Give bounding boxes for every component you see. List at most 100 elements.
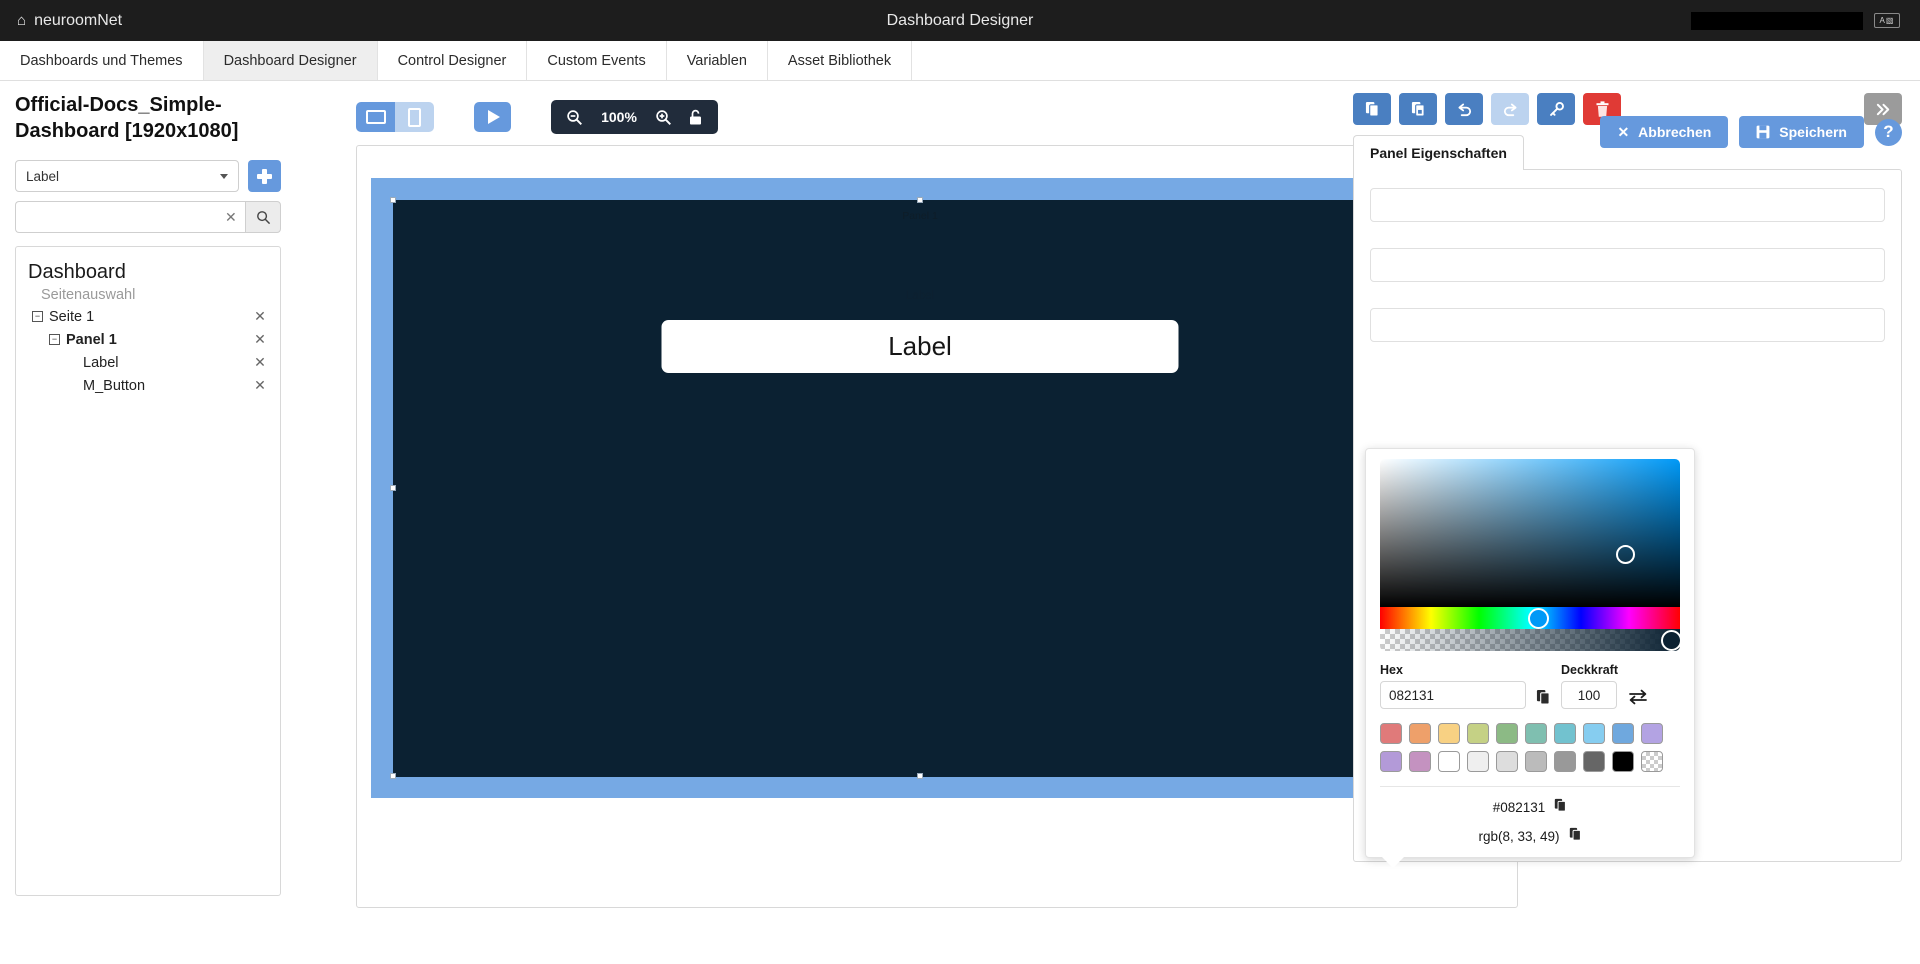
swatch[interactable] [1438,751,1460,772]
search-button[interactable] [245,201,281,233]
swatch[interactable] [1525,751,1547,772]
canvas-column: 100% [296,81,1345,964]
lock-toggle-button[interactable] [688,109,703,126]
label-widget[interactable]: Label [662,320,1179,373]
tab-variablen[interactable]: Variablen [667,41,768,80]
undo-button[interactable] [1445,93,1483,125]
copy-icon [1536,689,1551,705]
tree-node-seite-1[interactable]: − Seite 1 ✕ [28,305,268,328]
rgb-value-display-row: rgb(8, 33, 49) [1380,827,1680,845]
tab-panel-eigenschaften[interactable]: Panel Eigenschaften [1353,135,1524,170]
alpha-slider[interactable] [1380,629,1680,651]
home-icon[interactable]: ⌂ [17,13,26,28]
brand[interactable]: ⌂ neuroomNet [0,12,122,30]
copy-icon [1365,101,1380,117]
close-x-icon[interactable]: ✕ [252,354,268,371]
swatch[interactable] [1583,751,1605,772]
tree-node-label: Panel 1 [66,332,252,348]
swatch[interactable] [1612,723,1634,744]
paste-button[interactable] [1399,93,1437,125]
copy-button[interactable] [1353,93,1391,125]
copy-rgb-value-button[interactable] [1569,827,1582,845]
zoom-out-button[interactable] [566,109,583,126]
resize-handle-n[interactable] [917,197,923,203]
collapse-toggle-icon[interactable]: − [32,311,43,322]
tree-node-label[interactable]: Label ✕ [28,351,268,374]
panel-1-surface[interactable]: Panel 1 Label Label [393,200,1447,777]
tab-dashboard-designer[interactable]: Dashboard Designer [204,41,378,80]
search-input[interactable] [15,201,245,233]
alpha-handle[interactable] [1661,630,1682,651]
swatch[interactable] [1641,723,1663,744]
hue-handle[interactable] [1528,608,1549,629]
hex-input[interactable] [1380,681,1526,709]
resize-handle-w[interactable] [390,485,396,491]
resize-handle-s[interactable] [917,773,923,779]
zoom-out-icon [566,109,583,126]
keyboard-icon[interactable]: A▧ [1874,13,1900,28]
panel-selection-frame[interactable]: Panel 1 Label Label [371,178,1469,798]
redo-button[interactable] [1491,93,1529,125]
property-field-2[interactable] [1370,248,1885,282]
element-type-select[interactable]: Label [15,160,239,192]
close-x-icon[interactable]: ✕ [252,377,268,394]
orientation-toggle[interactable] [356,102,434,132]
color-picker-popover: Hex Deckkraft [1365,448,1695,858]
orientation-landscape-button[interactable] [356,102,395,132]
opacity-label: Deckkraft [1561,663,1618,677]
left-sidebar: Official-Docs_Simple-Dashboard [1920x108… [0,81,296,964]
copy-hex-value-button[interactable] [1554,798,1567,816]
hue-slider[interactable] [1380,607,1680,629]
redacted-user-field [1691,12,1863,30]
undo-icon [1456,101,1473,118]
tree-node-panel-1[interactable]: − Panel 1 ✕ [28,328,268,351]
trash-icon [1595,101,1610,118]
swatch[interactable] [1496,751,1518,772]
swatch[interactable] [1380,751,1402,772]
property-field-1[interactable] [1370,188,1885,222]
collapse-toggle-icon[interactable]: − [49,334,60,345]
swatch[interactable] [1496,723,1518,744]
swatch[interactable] [1438,723,1460,744]
swatch[interactable] [1525,723,1547,744]
tab-custom-events[interactable]: Custom Events [527,41,666,80]
swatch[interactable] [1612,751,1634,772]
property-field-3[interactable] [1370,308,1885,342]
tree-root-label: Dashboard [28,261,268,284]
tab-control-designer[interactable]: Control Designer [378,41,528,80]
element-type-value: Label [26,169,59,184]
close-x-icon[interactable]: ✕ [252,331,268,348]
opacity-input[interactable] [1561,681,1617,709]
swatch[interactable] [1467,723,1489,744]
swatch-transparent[interactable] [1641,751,1663,772]
swatch[interactable] [1409,723,1431,744]
chevron-double-right-icon [1875,102,1892,117]
tab-asset-bibliothek[interactable]: Asset Bibliothek [768,41,912,80]
swatch[interactable] [1583,723,1605,744]
saturation-handle[interactable] [1616,545,1635,564]
swatch[interactable] [1467,751,1489,772]
zoom-in-button[interactable] [655,109,672,126]
swatch[interactable] [1409,751,1431,772]
resize-handle-sw[interactable] [390,773,396,779]
rgb-value-display: rgb(8, 33, 49) [1478,829,1559,844]
toggle-color-format-button[interactable] [1628,688,1648,709]
play-icon [488,110,500,124]
close-x-icon[interactable]: ✕ [252,308,268,325]
swatch[interactable] [1554,723,1576,744]
add-element-button[interactable] [248,160,281,192]
design-canvas[interactable]: Panel 1 Label Label [356,145,1518,908]
swatch[interactable] [1380,723,1402,744]
swatch[interactable] [1554,751,1576,772]
landscape-icon [366,110,386,124]
resize-handle-nw[interactable] [390,197,396,203]
tree-search-row: ✕ [15,201,281,233]
orientation-portrait-button[interactable] [395,102,434,132]
tab-dashboards-themes[interactable]: Dashboards und Themes [0,41,204,80]
swatch-row-1 [1380,723,1680,744]
copy-hex-button[interactable] [1536,689,1551,709]
tree-node-m-button[interactable]: M_Button ✕ [28,374,268,397]
saturation-value-area[interactable] [1380,459,1680,607]
preview-play-button[interactable] [474,102,511,132]
key-button[interactable] [1537,93,1575,125]
